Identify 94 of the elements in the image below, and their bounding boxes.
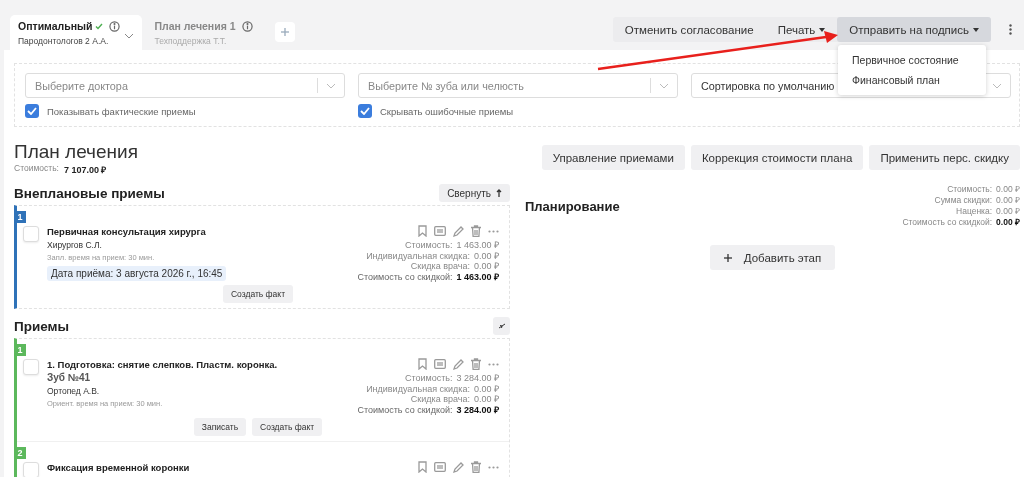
cost-label: Стоимость: <box>14 163 59 175</box>
menu-item[interactable]: Финансовый план <box>838 70 986 90</box>
plan-title: План лечения <box>14 142 138 162</box>
visit-number: 2 <box>14 447 26 459</box>
toolbar-button[interactable]: Отправить на подпись <box>837 17 991 42</box>
checkbox[interactable] <box>23 462 39 477</box>
more-vertical-icon <box>1009 24 1012 35</box>
trash-icon <box>471 461 481 473</box>
price-value: 3 284.00 ₽ <box>456 373 499 384</box>
visit-action-button[interactable]: Создать факт <box>222 285 294 303</box>
trash-icon <box>471 225 481 237</box>
check-icon <box>95 22 104 30</box>
checkbox[interactable] <box>25 104 39 118</box>
caret-icon <box>973 27 979 32</box>
section-title: Приемы <box>14 318 70 334</box>
price-value: 3 284.00 ₽ <box>456 404 499 415</box>
cost-value: 7 107.00 ₽ <box>63 164 107 176</box>
chevron-down-icon <box>124 33 135 39</box>
comment-icon <box>434 226 446 236</box>
section-title: Планирование <box>525 198 620 214</box>
price-label: Стоимость: <box>404 373 453 384</box>
checkbox[interactable] <box>23 226 39 242</box>
price-value: 1 463.00 ₽ <box>456 240 499 251</box>
visit-date: Дата приёма: 3 августа 2026 г., 16:45 <box>47 266 227 281</box>
price-label: Наценка: <box>956 206 993 217</box>
comment-icon <box>434 462 446 472</box>
price-value: 0.00 ₽ <box>996 217 1020 228</box>
action-button[interactable]: Управление приемами <box>541 145 685 170</box>
price-value: 0.00 ₽ <box>996 184 1020 195</box>
price-label: Стоимость: <box>404 240 453 251</box>
toolbar-button[interactable]: Отменить согласование <box>612 17 766 42</box>
select-field[interactable]: Выберите № зуба или челюсть <box>358 73 678 98</box>
price-value: 0.00 ₽ <box>473 250 499 261</box>
menu-item[interactable]: Первичное состояние <box>838 50 986 70</box>
price-label: Скидка врача: <box>410 261 470 272</box>
price-value: 0.00 ₽ <box>473 394 499 405</box>
more-icon <box>488 465 499 469</box>
action-button[interactable]: Коррекция стоимости плана <box>690 145 864 170</box>
checkbox[interactable] <box>23 359 39 375</box>
price-label: Индивидуальная скидка: <box>366 250 470 261</box>
price-label: Сумма скидки: <box>934 195 993 206</box>
doctor-name: Ортопед А.В. <box>47 386 101 396</box>
price-label: Стоимость: <box>947 184 993 195</box>
checkbox-label: Показывать фактические приемы <box>47 105 196 117</box>
doctor-name: Хирургов С.Л. <box>47 240 103 250</box>
price-label: Стоимость со скидкой: <box>357 271 453 282</box>
pencil-icon <box>453 225 464 237</box>
add-stage-button[interactable]: Добавить этап <box>709 245 836 270</box>
info-icon <box>241 20 253 32</box>
bookmark-icon <box>418 461 427 473</box>
price-value: 0.00 ₽ <box>473 383 499 394</box>
select-field[interactable]: Выберите доктора <box>25 73 345 98</box>
bookmark-icon <box>418 358 427 370</box>
plus-icon <box>280 28 289 36</box>
info-icon <box>109 20 121 32</box>
tooth-label: Зуб №41 <box>47 372 92 383</box>
collapse-icon <box>497 323 506 329</box>
price-label: Стоимость со скидкой: <box>902 217 993 228</box>
visit-number: 1 <box>14 211 26 223</box>
bookmark-icon <box>418 225 427 237</box>
chevron-down-icon <box>326 82 336 89</box>
checkbox-label: Скрывать ошибочные приемы <box>380 105 514 117</box>
plan-tab[interactable]: Оптимальный Пародонтологов 2 А.А. <box>10 15 143 50</box>
price-value: 0.00 ₽ <box>473 261 499 272</box>
chevron-down-icon <box>659 82 669 89</box>
trash-icon <box>471 358 481 370</box>
action-button[interactable]: Применить перс. скидку <box>869 145 1020 170</box>
visit-action-button[interactable]: Записать <box>193 418 247 436</box>
chevron-down-icon <box>992 82 1002 89</box>
pencil-icon <box>453 358 464 370</box>
visit-number: 1 <box>14 344 26 356</box>
plus-icon <box>723 253 732 262</box>
comment-icon <box>434 359 446 369</box>
pencil-icon <box>453 461 464 473</box>
caret-icon <box>819 27 826 32</box>
visit-action-button[interactable]: Создать факт <box>252 418 323 436</box>
visit-title: Первичная консультация хирурга <box>47 226 207 237</box>
section-title: Внеплановые приемы <box>14 185 165 201</box>
arrow-up-icon <box>496 189 502 197</box>
price-label: Индивидуальная скидка: <box>366 383 470 394</box>
checkbox[interactable] <box>358 104 372 118</box>
collapse-button[interactable]: Свернуть <box>439 184 510 202</box>
price-label: Стоимость со скидкой: <box>357 404 453 415</box>
visit-title: Фиксация временной коронки <box>47 462 191 473</box>
price-label: Скидка врача: <box>410 394 470 405</box>
collapse-button[interactable] <box>493 317 510 335</box>
price-value: 0.00 ₽ <box>996 195 1020 206</box>
more-icon <box>488 362 499 366</box>
more-button[interactable] <box>1007 22 1014 37</box>
toolbar-button[interactable]: Печать <box>765 17 838 42</box>
price-value: 1 463.00 ₽ <box>456 271 499 282</box>
visit-title: 1. Подготовка: снятие слепков. Пластм. коронка. <box>47 359 279 370</box>
price-value: 0.00 ₽ <box>996 206 1020 217</box>
more-icon <box>488 229 499 233</box>
